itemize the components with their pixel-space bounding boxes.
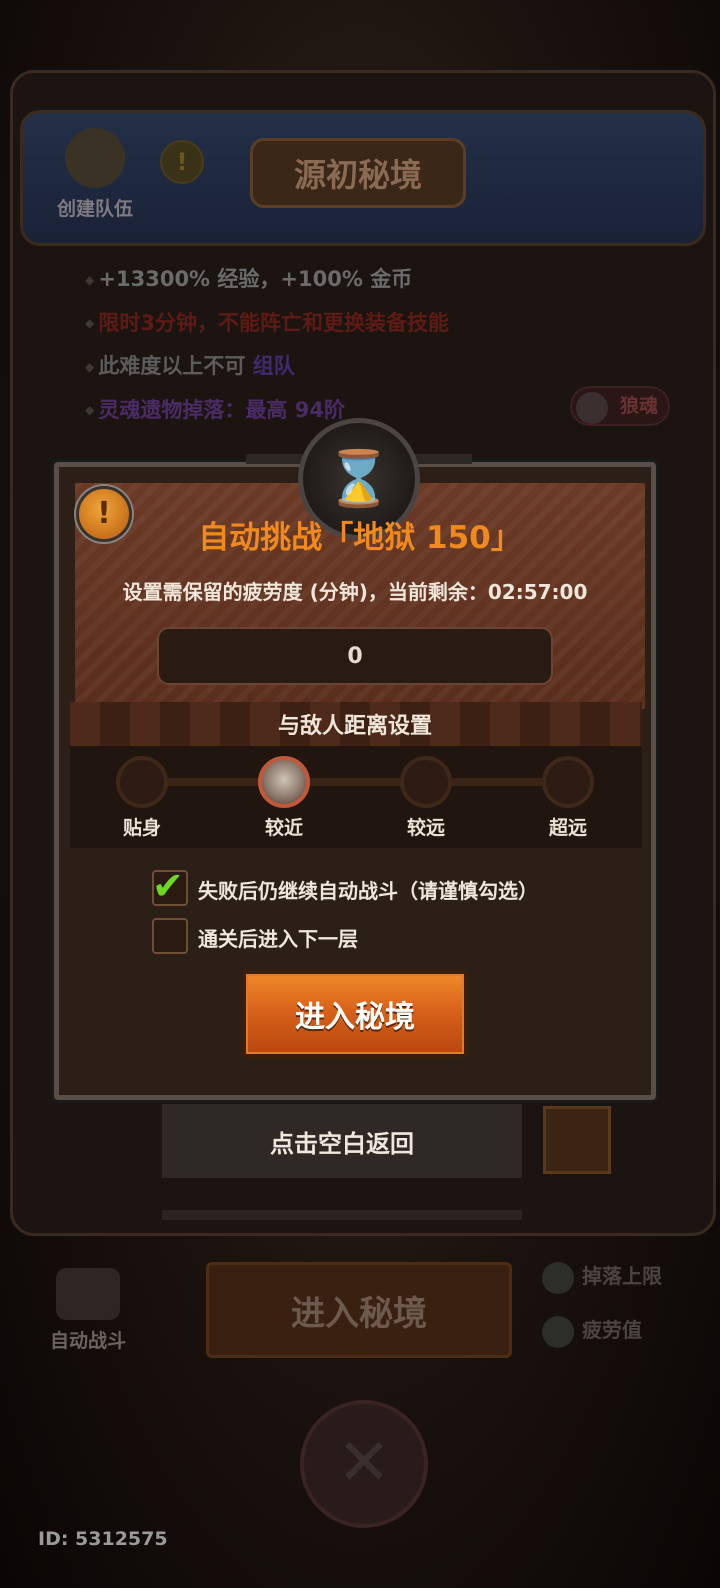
auto-battle-icon [56, 1268, 120, 1320]
next-floor-checkbox[interactable] [152, 918, 188, 954]
info-time-limit: 限时3分钟，不能阵亡和更换装备技能 [85, 302, 449, 346]
distance-setting-title: 与敌人距离设置 [277, 714, 432, 739]
distance-label-near: 较近 [264, 817, 303, 839]
user-id: ID: 5312575 [38, 1528, 168, 1550]
close-emblem-icon[interactable] [300, 1400, 428, 1528]
distance-option-near[interactable] [258, 756, 310, 808]
chest-icon[interactable] [543, 1106, 611, 1174]
enter-dungeon-button[interactable]: 进入秘境 [242, 970, 468, 1058]
dungeon-info-list: +13300% 经验，+100% 金币 限时3分钟，不能阵亡和更换装备技能 此难… [85, 258, 449, 432]
checkmark-icon: ✔ [152, 864, 184, 908]
continue-after-fail-checkbox[interactable]: ✔ [152, 864, 188, 908]
info-bonus: +13300% 经验，+100% 金币 [85, 258, 449, 302]
info-soul-drop: 灵魂遗物掉落：最高 94阶 [85, 389, 449, 433]
create-team-button[interactable]: 创建队伍 [50, 128, 140, 221]
info-icon[interactable]: ! [160, 140, 204, 184]
distance-label-close: 贴身 [122, 817, 161, 839]
distance-option-far[interactable] [400, 756, 452, 808]
distance-label-very-far: 超远 [548, 817, 587, 839]
fatigue-reserve-input[interactable] [157, 627, 553, 685]
auto-battle-label: 自动战斗 [49, 1330, 126, 1352]
next-floor-label[interactable]: 通关后进入下一层 [198, 923, 358, 952]
distance-label-far: 较远 [406, 817, 445, 839]
info-icon [542, 1315, 574, 1348]
background-bar [162, 1210, 522, 1220]
dungeon-title: 源初秘境 [250, 138, 466, 208]
soul-badge[interactable]: 狼魂 [570, 386, 670, 426]
create-team-label: 创建队伍 [56, 198, 133, 220]
fatigue-button[interactable]: 疲劳值 [542, 1314, 642, 1348]
auto-battle-button[interactable]: 自动战斗 [38, 1268, 138, 1353]
background-enter-button[interactable]: 进入秘境 [206, 1262, 512, 1358]
continue-after-fail-label[interactable]: 失败后仍继续自动战斗（请谨慎勾选） [198, 875, 538, 904]
info-icon [542, 1261, 574, 1294]
wolf-icon [576, 392, 608, 424]
team-icon [65, 128, 125, 188]
distance-option-close[interactable] [116, 756, 168, 808]
info-no-team: 此难度以上不可 组队 [85, 345, 449, 389]
dialog-title: 自动挑战「地狱 150」 [198, 520, 522, 556]
fatigue-reserve-hint: 设置需保留的疲劳度 (分钟)，当前剩余：02:57:00 [122, 580, 588, 604]
drop-limit-button[interactable]: 掉落上限 [542, 1260, 662, 1294]
distance-option-very-far[interactable] [542, 756, 594, 808]
tap-blank-to-return[interactable]: 点击空白返回 [162, 1104, 522, 1178]
distance-slider-track[interactable] [142, 778, 568, 786]
